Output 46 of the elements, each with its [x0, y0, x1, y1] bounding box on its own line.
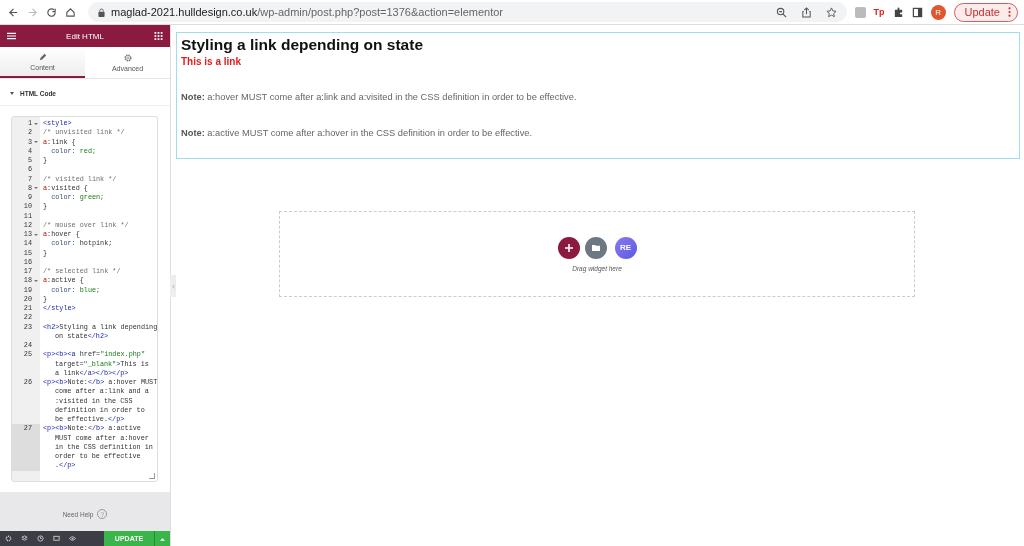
lock-icon — [98, 7, 105, 17]
sidebar-icon[interactable] — [911, 6, 923, 18]
code-editor[interactable] — [11, 116, 158, 482]
note-text: Note: a:hover MUST come after a:link and a:visited in the CSS definition in order to be effective. — [181, 92, 578, 102]
puzzle-icon[interactable] — [892, 6, 904, 18]
star-icon[interactable] — [825, 6, 837, 18]
kebab-icon — [1008, 7, 1011, 17]
panel-title: Edit HTML — [65, 31, 105, 41]
heading: Styling a link depending on state — [181, 35, 424, 55]
url-text: maglad-2021.hulldesign.co.uk/wp-admin/post.php?post=1376&action=elementor — [111, 6, 503, 18]
home-icon[interactable] — [65, 6, 76, 18]
history-icon[interactable] — [37, 535, 44, 542]
link[interactable]: This is a link — [181, 56, 1019, 67]
gear-icon — [123, 53, 132, 62]
extension-icon[interactable]: Tp — [873, 7, 885, 17]
logo-button[interactable]: RE — [614, 236, 637, 259]
add-section-button[interactable] — [557, 236, 580, 259]
options-button[interactable] — [154, 531, 170, 546]
folder-icon — [591, 243, 600, 252]
back-icon[interactable] — [8, 6, 19, 18]
address-bar[interactable]: maglad-2021.hulldesign.co.uk/wp-admin/post.php?post=1376&action=elementor — [88, 2, 847, 22]
fold-arrow-icon[interactable] — [34, 141, 38, 143]
caret-icon — [160, 536, 165, 541]
fold-arrow-icon[interactable] — [34, 233, 38, 236]
note-text: Note: a:active MUST come after a:hover in the CSS definition in order to be effective. — [181, 128, 534, 138]
pencil-icon — [38, 52, 47, 61]
fold-arrow-icon[interactable] — [34, 279, 38, 282]
plus-icon — [564, 243, 573, 252]
share-icon[interactable] — [800, 6, 812, 18]
html-widget[interactable] — [176, 32, 1020, 159]
menu-icon[interactable] — [7, 32, 16, 40]
reload-icon[interactable] — [46, 6, 57, 18]
update-button[interactable]: Update — [953, 2, 1018, 22]
zoom-icon[interactable] — [775, 6, 787, 18]
gear-icon[interactable] — [5, 535, 12, 542]
fold-arrow-icon[interactable] — [34, 187, 38, 190]
profile-avatar[interactable]: R — [930, 4, 946, 20]
template-button[interactable] — [584, 236, 607, 259]
layers-icon[interactable] — [21, 535, 28, 542]
responsive-icon[interactable] — [53, 535, 60, 542]
fold-arrow-icon[interactable] — [34, 122, 38, 125]
chevron-icon — [171, 283, 175, 289]
collapse-handle[interactable] — [170, 275, 176, 297]
eye-icon[interactable] — [69, 535, 76, 542]
resize-handle-icon[interactable] — [149, 472, 155, 479]
grid-icon[interactable] — [154, 32, 163, 40]
